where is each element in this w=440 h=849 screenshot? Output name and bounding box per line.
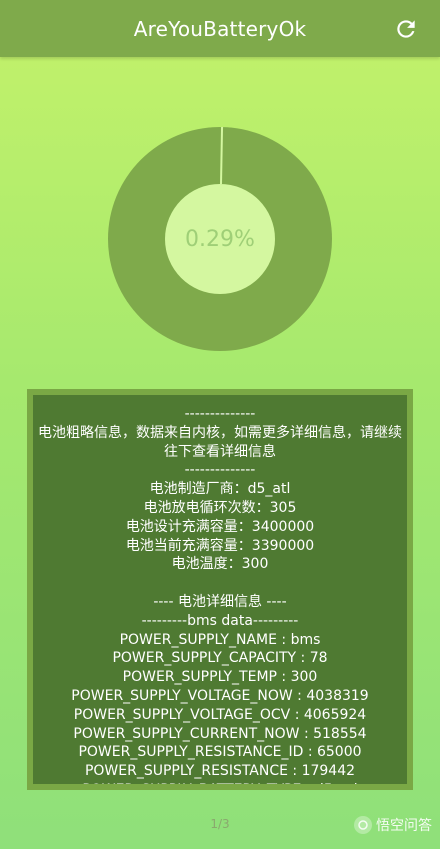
info-line: 电池当前充满容量：3390000 [125,537,315,554]
info-line: POWER_SUPPLY_VOLTAGE_OCV : 4065924 [73,706,367,723]
info-line: POWER_SUPPLY_VOLTAGE_NOW : 4038319 [71,687,369,704]
info-line: 电池设计充满容量：3400000 [125,518,315,535]
watermark: 悟空问答 [354,815,432,835]
battery-gauge: 0.29% [108,127,332,351]
info-line: -------------- [184,406,256,422]
watermark-text: 悟空问答 [376,818,432,834]
info-line: 电池温度：300 [171,556,269,573]
info-line: POWER_SUPPLY_RESISTANCE_ID : 65000 [78,744,362,761]
info-line: 电池粗略信息，数据来自内核，如需更多详细信息，请继续往下查看详细信息 [38,424,402,460]
info-line: POWER_SUPPLY_CURRENT_NOW : 518554 [73,725,367,742]
info-line: 电池制造厂商：d5_atl [149,481,291,498]
refresh-button[interactable] [392,15,420,43]
info-line: ---------bms data--------- [141,612,299,629]
info-line: POWER_SUPPLY_TEMP : 300 [122,669,318,686]
app-title: AreYouBatteryOk [133,16,307,41]
info-line: POWER_SUPPLY_RESISTANCE : 179442 [84,763,356,780]
info-line: POWER_SUPPLY_NAME : bms [119,631,321,648]
info-line: 电池放电循环次数：305 [143,499,297,516]
app-bar: AreYouBatteryOk [0,0,440,57]
info-blank-line [33,574,407,593]
refresh-icon [397,20,415,38]
battery-info-scroll[interactable]: -------------- 电池粗略信息，数据来自内核，如需更多详细信息，请继续… [33,395,407,784]
battery-info-panel[interactable]: -------------- 电池粗略信息，数据来自内核，如需更多详细信息，请继续… [27,389,413,790]
gauge-percent-label: 0.29% [185,226,255,252]
info-line: -------------- [184,462,256,479]
wukong-logo-icon [354,816,372,834]
info-line: POWER_SUPPLY_BATTERY_TYPE : d5_atl [33,781,407,784]
info-line: POWER_SUPPLY_CAPACITY : 78 [112,650,328,667]
info-line: ---- 电池详细信息 ---- [153,593,287,610]
